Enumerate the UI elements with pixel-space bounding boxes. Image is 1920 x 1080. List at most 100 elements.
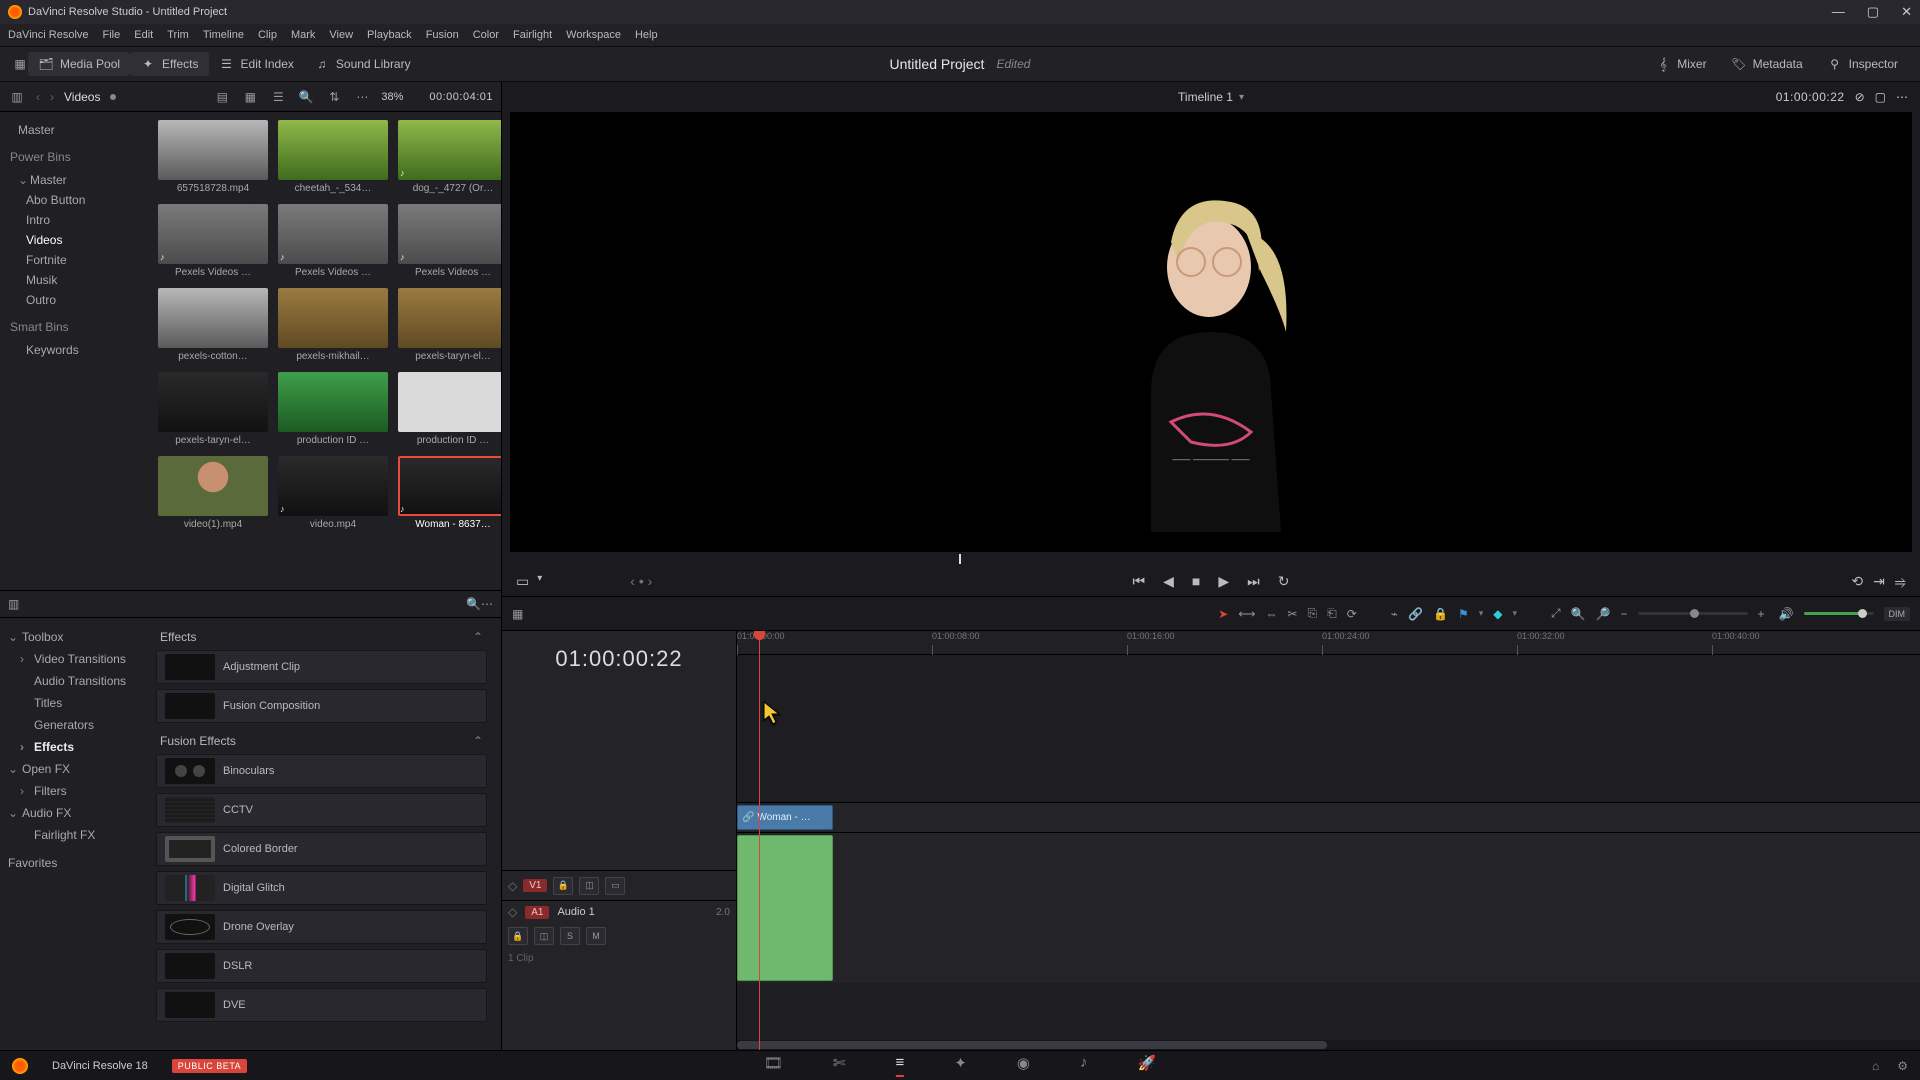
clip-thumbnail[interactable]: ♪	[278, 456, 388, 516]
grid-view-icon[interactable]: ▦	[241, 89, 259, 105]
program-viewer[interactable]: —— ———— ——	[510, 112, 1912, 552]
search-icon[interactable]: 🔍	[297, 89, 315, 105]
clip-item[interactable]: ♪Pexels Videos …	[158, 204, 268, 278]
clip-item[interactable]: pexels-taryn-el…	[158, 372, 268, 446]
page-media[interactable]: 🎞	[764, 1054, 783, 1077]
clip-item[interactable]: cheetah_-_534…	[278, 120, 388, 194]
sort-icon[interactable]: ⇅	[325, 89, 343, 105]
match-frame-icon[interactable]: ▭	[516, 573, 529, 590]
sound-library-toggle[interactable]: ♫ Sound Library	[304, 52, 421, 76]
bin-item[interactable]: Musik	[6, 270, 144, 290]
bin-master[interactable]: Master	[6, 120, 144, 140]
effect-item[interactable]: Digital Glitch	[156, 871, 487, 905]
menu-edit[interactable]: Edit	[134, 29, 153, 41]
marker-icon[interactable]: ◆	[1493, 607, 1502, 621]
v1-disable-icon[interactable]: ▭	[605, 877, 625, 895]
zoom-custom-icon[interactable]: 🔎	[1596, 607, 1611, 621]
bin-item[interactable]: Fortnite	[6, 250, 144, 270]
media-pool-toggle[interactable]: 🗂 Media Pool	[28, 52, 130, 76]
effect-item[interactable]: DSLR	[156, 949, 487, 983]
v1-lock-icon[interactable]: 🔒	[553, 877, 573, 895]
a1-mute-button[interactable]: M	[586, 927, 606, 945]
fx-tree-item[interactable]: Audio Transitions	[0, 670, 150, 692]
effect-item[interactable]: Colored Border	[156, 832, 487, 866]
effects-layout-icon[interactable]: ▥	[8, 597, 19, 611]
scrub-playhead[interactable]	[959, 554, 961, 564]
thumbnail-view-icon[interactable]: ▤	[213, 89, 231, 105]
fx-openfx[interactable]: ⌄Open FX	[0, 758, 150, 780]
page-cut[interactable]: ✄	[833, 1054, 846, 1077]
bin-item[interactable]: Outro	[6, 290, 144, 310]
clip-item[interactable]: video(1).mp4	[158, 456, 268, 530]
play-button[interactable]: ▶	[1218, 573, 1229, 590]
source-zoom[interactable]: 38%	[381, 91, 403, 103]
audio-clip[interactable]	[737, 835, 833, 981]
flag-icon[interactable]: ⚑	[1458, 607, 1469, 621]
bin-keywords[interactable]: Keywords	[6, 340, 144, 360]
fx-tree-item[interactable]: Generators	[0, 714, 150, 736]
inspector-toggle[interactable]: ⚲Inspector	[1817, 52, 1908, 76]
clip-item[interactable]: ♪video.mp4	[278, 456, 388, 530]
clip-thumbnail[interactable]	[278, 120, 388, 180]
edit-index-toggle[interactable]: ☰ Edit Index	[209, 52, 304, 76]
effects-options-icon[interactable]: ⋯	[481, 597, 493, 611]
clip-item[interactable]: pexels-mikhail…	[278, 288, 388, 362]
zoom-slider[interactable]	[1638, 612, 1748, 615]
fx-toolbox[interactable]: ⌄Toolbox	[0, 626, 150, 648]
selection-tool[interactable]: ➤	[1218, 607, 1228, 621]
layout-icon[interactable]: ▦	[12, 56, 28, 72]
clip-thumbnail[interactable]	[398, 288, 501, 348]
timeline-view-icon[interactable]: ▦	[512, 607, 523, 621]
effect-item[interactable]: Fusion Composition	[156, 689, 487, 723]
append-icon[interactable]: ⥤	[1895, 573, 1906, 590]
insert-clip-icon[interactable]: ⎘	[1308, 606, 1318, 621]
zoom-in-button[interactable]: +	[1758, 607, 1765, 621]
menu-davinci-resolve[interactable]: DaVinci Resolve	[8, 29, 89, 41]
page-fairlight[interactable]: ♪	[1080, 1054, 1088, 1077]
effect-item[interactable]: Drone Overlay	[156, 910, 487, 944]
clip-item[interactable]: 657518728.mp4	[158, 120, 268, 194]
clip-item[interactable]: ♪Pexels Videos …	[278, 204, 388, 278]
effects-toggle[interactable]: ✦ Effects	[130, 52, 208, 76]
project-settings-icon[interactable]: ⚙	[1897, 1059, 1908, 1073]
zoom-out-button[interactable]: −	[1621, 607, 1628, 621]
menu-fusion[interactable]: Fusion	[426, 29, 459, 41]
fx-tree-item[interactable]: Titles	[0, 692, 150, 714]
clip-item[interactable]: ♪Woman - 8637…	[398, 456, 501, 530]
fx-section-fusion[interactable]: Fusion Effects⌃	[156, 728, 487, 754]
lock-icon[interactable]: 🔒	[1433, 607, 1448, 621]
track-v1[interactable]: 🔗 Woman - …	[737, 803, 1920, 833]
effect-item[interactable]: Adjustment Clip	[156, 650, 487, 684]
v1-badge[interactable]: V1	[523, 879, 547, 892]
bin-item[interactable]: Videos	[6, 230, 144, 250]
page-edit[interactable]: ≡	[896, 1054, 905, 1077]
trim-tool[interactable]: ⟷	[1238, 607, 1255, 621]
effect-item[interactable]: CCTV	[156, 793, 487, 827]
v1-auto-icon[interactable]: ◫	[579, 877, 599, 895]
video-clip[interactable]: 🔗 Woman - …	[737, 805, 833, 830]
minimize-button[interactable]: —	[1832, 4, 1845, 20]
clip-item[interactable]: pexels-cotton…	[158, 288, 268, 362]
menu-view[interactable]: View	[329, 29, 353, 41]
bin-breadcrumb[interactable]: Videos	[64, 90, 100, 104]
maximize-button[interactable]: ▢	[1867, 4, 1879, 20]
clip-item[interactable]: production ID …	[278, 372, 388, 446]
track-header-a1[interactable]: ◇ A1 Audio 1 2.0 🔒 ◫ S M 1 Clip	[502, 900, 736, 1050]
menu-timeline[interactable]: Timeline	[203, 29, 244, 41]
timeline-tracks[interactable]: 01:00:00:0001:00:08:0001:00:16:0001:00:2…	[737, 631, 1920, 1050]
menu-help[interactable]: Help	[635, 29, 658, 41]
link-icon[interactable]: 🔗	[1408, 607, 1423, 621]
timeline-ruler[interactable]: 01:00:00:0001:00:08:0001:00:16:0001:00:2…	[737, 631, 1920, 655]
single-viewer-icon[interactable]: ▢	[1875, 90, 1886, 104]
clip-thumbnail[interactable]: ♪	[278, 204, 388, 264]
menu-color[interactable]: Color	[473, 29, 499, 41]
a1-lock-icon[interactable]: 🔒	[508, 927, 528, 945]
clip-item[interactable]: pexels-taryn-el…	[398, 288, 501, 362]
clip-thumbnail[interactable]	[158, 288, 268, 348]
replace-clip-icon[interactable]: ⟳	[1347, 607, 1357, 621]
clip-item[interactable]: production ID …	[398, 372, 501, 446]
bypass-icon[interactable]: ⊘	[1855, 90, 1865, 104]
timeline-name[interactable]: Timeline 1	[1178, 90, 1233, 104]
menu-fairlight[interactable]: Fairlight	[513, 29, 552, 41]
close-button[interactable]: ✕	[1901, 4, 1912, 20]
